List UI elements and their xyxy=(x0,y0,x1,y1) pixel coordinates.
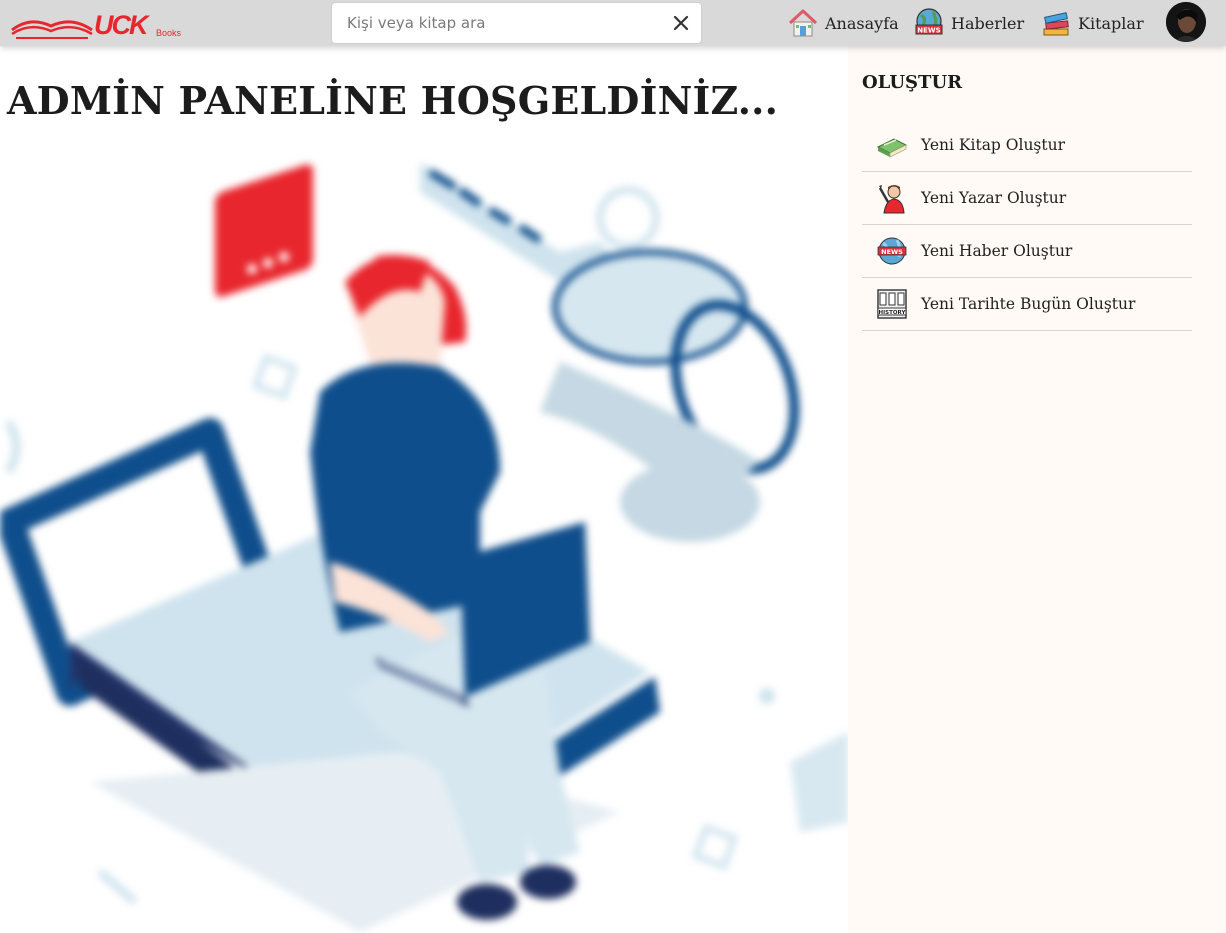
house-icon xyxy=(788,9,818,37)
news-globe-icon: NEWS xyxy=(915,8,943,35)
nav-news[interactable]: NEWS Haberler xyxy=(913,4,1024,42)
open-book-logo-icon xyxy=(11,20,93,39)
sidebar-title: OLUŞTUR xyxy=(862,72,963,93)
close-icon[interactable] xyxy=(671,13,691,33)
books-stack-icon xyxy=(1043,12,1069,36)
admin-illustration xyxy=(0,162,848,932)
main-content: ADMİN PANELİNE HOŞGELDİNİZ... xyxy=(0,46,848,933)
news-globe-icon: NEWS xyxy=(877,237,907,265)
menu-item-new-book[interactable]: Yeni Kitap Oluştur xyxy=(862,119,1192,172)
svg-text:NEWS: NEWS xyxy=(881,248,903,256)
brand-logo[interactable]: UCK Books xyxy=(10,6,182,40)
book-icon xyxy=(876,138,908,158)
logo-subtext: Books xyxy=(156,28,182,38)
avatar-image xyxy=(1166,2,1206,42)
nav-books-label: Kitaplar xyxy=(1078,13,1144,33)
menu-item-new-author[interactable]: Yeni Yazar Oluştur xyxy=(862,172,1192,225)
menu-item-label: Yeni Haber Oluştur xyxy=(921,242,1073,260)
user-avatar[interactable] xyxy=(1166,2,1206,42)
writer-icon xyxy=(878,185,905,214)
menu-item-new-news[interactable]: NEWS Yeni Haber Oluştur xyxy=(862,225,1192,278)
menu-item-label: Yeni Yazar Oluştur xyxy=(921,189,1067,207)
menu-item-label: Yeni Kitap Oluştur xyxy=(921,136,1066,154)
create-menu: Yeni Kitap Oluştur Yeni Yazar Oluştur NE… xyxy=(862,119,1192,331)
nav-home-label: Anasayfa xyxy=(825,13,899,33)
svg-text:HISTORY: HISTORY xyxy=(879,310,907,316)
menu-item-label: Yeni Tarihte Bugün Oluştur xyxy=(921,295,1136,313)
nav-home[interactable]: Anasayfa xyxy=(787,4,899,42)
svg-text:NEWS: NEWS xyxy=(917,27,940,35)
create-sidebar: OLUŞTUR Yeni Kitap Oluştur Yeni Yazar Ol… xyxy=(848,46,1226,933)
history-archive-icon: HISTORY xyxy=(877,289,907,319)
logo-wordmark: UCK xyxy=(94,10,148,40)
top-navbar: UCK Books Anasayfa NEWS Haberler xyxy=(0,0,1226,46)
nav-news-label: Haberler xyxy=(951,13,1025,33)
page-title: ADMİN PANELİNE HOŞGELDİNİZ... xyxy=(7,78,779,123)
nav-books[interactable]: Kitaplar xyxy=(1040,4,1144,42)
menu-item-new-history[interactable]: HISTORY Yeni Tarihte Bugün Oluştur xyxy=(862,278,1192,331)
search-input[interactable] xyxy=(332,3,662,43)
search-box xyxy=(331,2,702,44)
